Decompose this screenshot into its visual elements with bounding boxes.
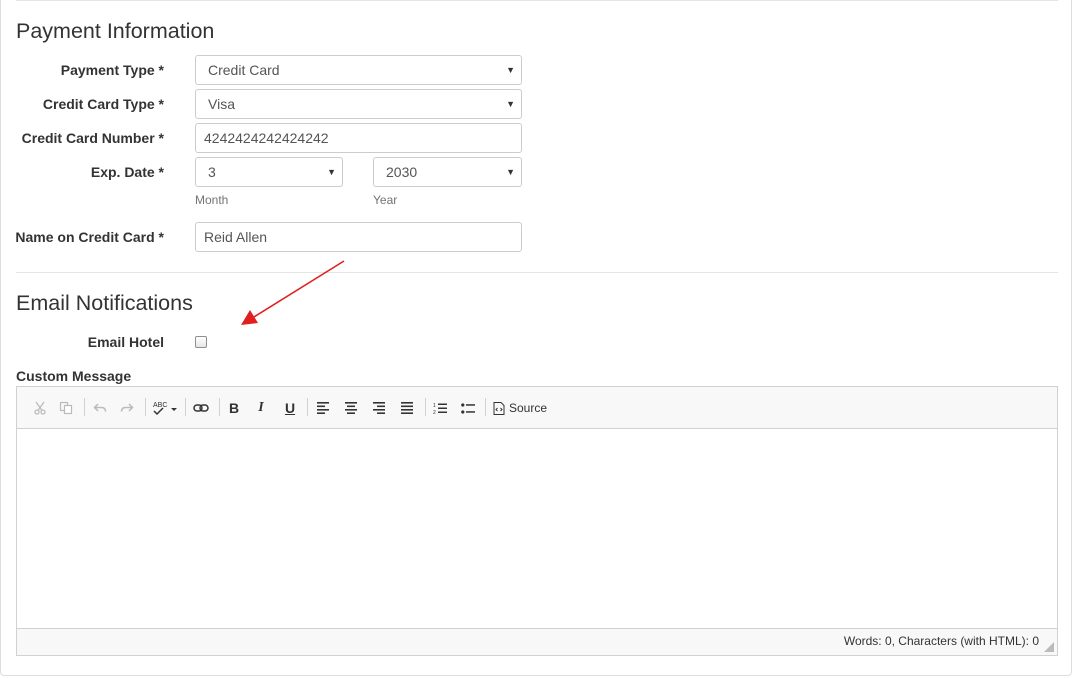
payment-type-label: Payment Type * xyxy=(60,62,164,78)
month-help-text: Month xyxy=(195,193,229,207)
spellcheck-icon[interactable]: ABC xyxy=(151,398,181,418)
toolbar-separator xyxy=(307,398,308,416)
toolbar-separator xyxy=(145,398,146,416)
svg-text:1: 1 xyxy=(433,403,436,409)
align-left-icon[interactable] xyxy=(314,398,332,418)
copy-icon[interactable] xyxy=(57,398,75,418)
rich-text-editor: ABC B I U 12 Source Words: 0, Characters… xyxy=(16,386,1058,656)
payment-type-select[interactable]: Credit Card ▼ xyxy=(195,55,522,85)
svg-text:2: 2 xyxy=(433,410,436,415)
card-type-label: Credit Card Type * xyxy=(42,96,164,112)
toolbar-separator xyxy=(425,398,426,416)
exp-month-value: 3 xyxy=(208,164,216,180)
bold-icon[interactable]: B xyxy=(225,398,243,418)
underline-icon[interactable]: U xyxy=(281,398,299,418)
card-number-label: Credit Card Number * xyxy=(21,130,164,146)
editor-statusbar: Words: 0, Characters (with HTML): 0 xyxy=(17,628,1057,655)
annotation-arrow xyxy=(241,260,345,325)
card-type-select[interactable]: Visa ▼ xyxy=(195,89,522,119)
card-number-input[interactable]: 4242424242424242 xyxy=(195,123,522,153)
cut-icon[interactable] xyxy=(31,398,49,418)
svg-text:ABC: ABC xyxy=(153,402,167,409)
source-button[interactable]: Source xyxy=(493,398,553,418)
year-help-text: Year xyxy=(373,193,398,207)
numbered-list-icon[interactable]: 12 xyxy=(431,398,449,418)
exp-year-select[interactable]: 2030 ▼ xyxy=(373,157,522,187)
toolbar-separator xyxy=(219,398,220,416)
source-icon xyxy=(493,401,505,415)
exp-date-label: Exp. Date * xyxy=(90,164,164,180)
align-center-icon[interactable] xyxy=(342,398,360,418)
chevron-down-icon: ▼ xyxy=(506,167,515,177)
name-on-card-input[interactable]: Reid Allen xyxy=(195,222,522,252)
card-number-value: 4242424242424242 xyxy=(204,130,329,146)
chevron-down-icon: ▼ xyxy=(506,65,515,75)
email-hotel-checkbox[interactable] xyxy=(195,336,207,348)
toolbar-separator xyxy=(485,398,486,416)
source-label: Source xyxy=(509,401,548,415)
editor-content-area[interactable] xyxy=(17,429,1057,629)
chevron-down-icon: ▼ xyxy=(327,167,336,177)
payment-type-value: Credit Card xyxy=(208,62,280,78)
justify-icon[interactable] xyxy=(398,398,416,418)
email-hotel-label: Email Hotel xyxy=(87,334,164,350)
name-on-card-label: Name on Credit Card * xyxy=(15,229,164,245)
chevron-down-icon: ▼ xyxy=(506,99,515,109)
align-right-icon[interactable] xyxy=(370,398,388,418)
toolbar-separator xyxy=(84,398,85,416)
italic-icon[interactable]: I xyxy=(252,398,270,418)
resize-handle-icon[interactable] xyxy=(1044,642,1054,652)
payment-section-title: Payment Information xyxy=(16,19,215,43)
name-on-card-value: Reid Allen xyxy=(204,229,268,245)
editor-toolbar: ABC B I U 12 Source xyxy=(17,387,1057,429)
card-type-value: Visa xyxy=(208,96,235,112)
section-divider xyxy=(16,272,1058,273)
word-count: Words: 0, Characters (with HTML): 0 xyxy=(843,634,1039,648)
custom-message-label: Custom Message xyxy=(16,368,132,384)
undo-icon[interactable] xyxy=(91,398,109,418)
redo-icon[interactable] xyxy=(118,398,136,418)
toolbar-separator xyxy=(185,398,186,416)
link-icon[interactable] xyxy=(192,398,210,418)
exp-year-value: 2030 xyxy=(386,164,418,180)
bulleted-list-icon[interactable] xyxy=(459,398,477,418)
top-divider xyxy=(16,0,1058,1)
exp-month-select[interactable]: 3 ▼ xyxy=(195,157,343,187)
email-section-title: Email Notifications xyxy=(16,291,193,315)
